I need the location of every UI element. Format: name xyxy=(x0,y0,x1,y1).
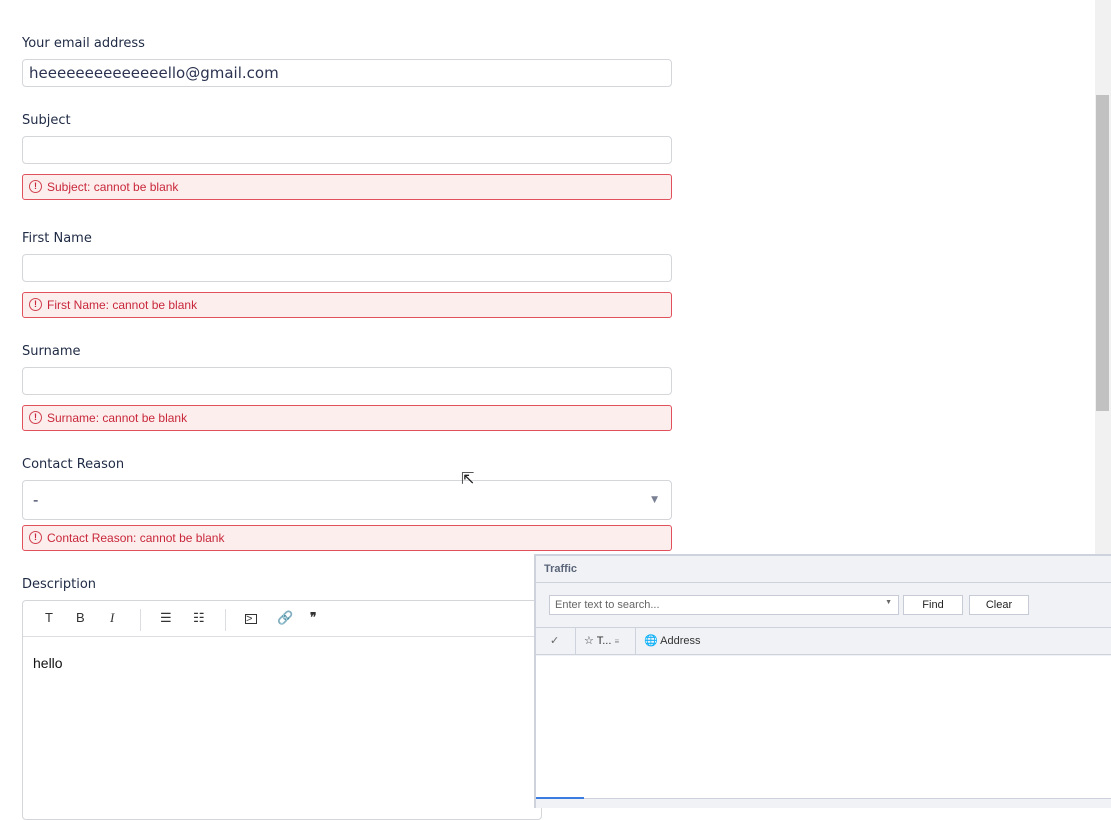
sort-icon[interactable]: ≡ xyxy=(614,637,619,646)
surname-error-text: Surname: cannot be blank xyxy=(47,411,188,425)
clear-button[interactable]: Clear xyxy=(969,595,1029,615)
contact-reason-error: ! Contact Reason: cannot be blank xyxy=(22,525,672,551)
first-name-label: First Name xyxy=(22,231,92,246)
traffic-column-header: ✓ ☆ T... ≡ 🌐 Address xyxy=(536,628,1111,655)
error-icon: ! xyxy=(29,180,42,193)
column-type-label: T... xyxy=(596,635,612,647)
column-address-label: Address xyxy=(660,635,701,647)
bullet-list-icon[interactable]: ☰ xyxy=(160,610,172,626)
traffic-panel: Traffic Enter text to search... ▼ Find Cl… xyxy=(534,554,1111,808)
error-icon: ! xyxy=(29,531,42,544)
editor-toolbar: T B I ☰ ☷ > 🔗 ❞ xyxy=(23,601,541,637)
email-label: Your email address xyxy=(22,36,145,51)
traffic-list xyxy=(536,656,1111,799)
contact-reason-label: Contact Reason xyxy=(22,457,125,472)
search-placeholder: Enter text to search... xyxy=(555,599,660,611)
subject-label: Subject xyxy=(22,113,71,128)
surname-input[interactable] xyxy=(22,367,672,395)
text-style-button[interactable]: T xyxy=(45,610,53,625)
surname-label: Surname xyxy=(22,344,81,359)
first-name-input[interactable] xyxy=(22,254,672,282)
description-label: Description xyxy=(22,577,97,592)
italic-button[interactable]: I xyxy=(110,610,114,626)
contact-reason-error-text: Contact Reason: cannot be blank xyxy=(47,531,225,545)
email-input[interactable]: heeeeeeeeeeeeeello@gmail.com xyxy=(22,59,672,87)
numbered-list-icon[interactable]: ☷ xyxy=(193,610,205,626)
star-icon: ☆ xyxy=(584,635,594,647)
contact-reason-select[interactable]: - ▼ xyxy=(22,480,672,520)
contact-reason-value: - xyxy=(33,491,39,509)
find-button[interactable]: Find xyxy=(903,595,963,615)
traffic-title: Traffic xyxy=(536,556,1111,583)
globe-icon: 🌐 xyxy=(644,635,658,647)
code-icon[interactable]: > xyxy=(245,614,257,625)
column-address[interactable]: 🌐 Address xyxy=(636,628,1111,654)
description-content[interactable]: hello xyxy=(23,637,541,689)
subject-error: ! Subject: cannot be blank xyxy=(22,174,672,200)
mouse-cursor-icon: ⇱ xyxy=(461,469,475,488)
bold-button[interactable]: B xyxy=(76,610,85,625)
subject-input[interactable] xyxy=(22,136,672,164)
column-type[interactable]: ☆ T... ≡ xyxy=(576,628,636,654)
chevron-down-icon[interactable]: ▼ xyxy=(885,599,892,606)
error-icon: ! xyxy=(29,298,42,311)
surname-error: ! Surname: cannot be blank xyxy=(22,405,672,431)
description-editor[interactable]: T B I ☰ ☷ > 🔗 ❞ hello xyxy=(22,600,542,820)
chevron-down-icon: ▼ xyxy=(651,495,658,505)
column-check[interactable]: ✓ xyxy=(536,628,576,654)
quote-icon[interactable]: ❞ xyxy=(310,610,316,624)
subject-error-text: Subject: cannot be blank xyxy=(47,180,179,194)
first-name-error: ! First Name: cannot be blank xyxy=(22,292,672,318)
first-name-error-text: First Name: cannot be blank xyxy=(47,298,198,312)
link-icon[interactable]: 🔗 xyxy=(277,610,293,626)
traffic-search-input[interactable]: Enter text to search... ▼ xyxy=(549,595,899,615)
error-icon: ! xyxy=(29,411,42,424)
progress-indicator xyxy=(536,797,584,799)
scrollbar-thumb[interactable] xyxy=(1096,95,1109,411)
